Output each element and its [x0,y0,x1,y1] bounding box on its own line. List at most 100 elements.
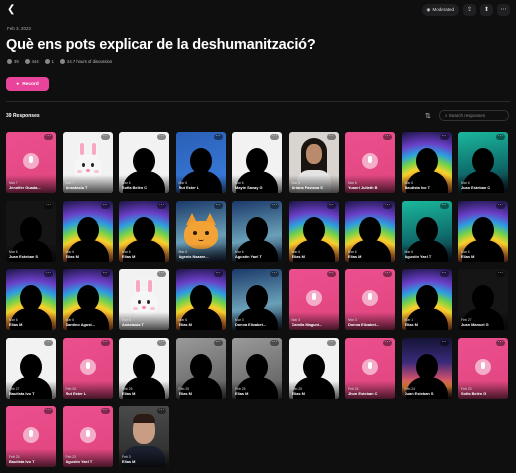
page-title: Què ens pots explicar de la deshumanitza… [6,37,316,53]
response-tile[interactable]: ··· Feb 27 Juan Manuel G [458,269,508,330]
response-tile[interactable]: ··· Feb 26 Rut Ester L [62,337,113,399]
response-tile[interactable]: ··· Mar 6 Anastasia T [119,269,169,330]
response-tile[interactable]: ··· Mar 3 Donna Elizabet... [345,269,395,330]
response-tile[interactable]: ··· Mar 6 Agustin Yael T [401,200,452,262]
response-tile[interactable]: ··· Mar 6 Bautista Ivo T [401,132,452,193]
response-tile[interactable]: ··· Feb 25 Elias M [175,337,226,399]
response-tile[interactable]: ··· Mar 7 Jennifer Guada... [6,132,56,193]
more-icon[interactable]: ··· [326,339,336,346]
more-icon[interactable]: ··· [213,134,223,140]
response-tile[interactable]: ··· Mar 1 Elias M [401,269,452,330]
more-icon[interactable]: ··· [270,134,279,140]
response-tile[interactable]: ··· Mar 3 Donna Elizabet... [232,269,282,330]
response-tile[interactable]: ··· Feb 24 Jhon Esteban C [345,337,395,399]
tile-name: Agustin Yael T [235,253,262,259]
response-tile[interactable]: ··· Feb 23 Sofía Belén G [458,337,508,399]
tile-name: Anastasia T [65,185,88,190]
more-icon[interactable]: ··· [100,134,110,140]
response-tile[interactable]: ··· Mar 6 Elias M [6,269,56,330]
response-tile[interactable]: ··· Mar 6 Elias M [62,200,113,262]
more-icon[interactable]: ··· [496,134,505,140]
response-tile[interactable]: ··· Feb 25 Elias M [119,337,169,399]
response-tile[interactable]: ··· Feb 27 Bautista Ivo T [6,337,56,399]
more-icon[interactable]: ··· [100,408,110,414]
more-icon[interactable]: ··· [496,271,505,277]
response-tile[interactable]: ··· Feb 25 Elias M [288,337,339,399]
more-icon[interactable]: ··· [44,339,53,346]
more-icon[interactable]: ··· [270,271,279,277]
microphone-icon [362,358,378,375]
response-tile[interactable]: ··· Feb 3 Elias M [119,406,169,467]
response-tile[interactable]: ··· Mar 6 Elias M [458,200,508,262]
more-icon[interactable]: ··· [326,134,336,140]
more-icon[interactable]: ··· [213,339,223,346]
response-tile[interactable]: ··· Mar 6 Rut Ester L [175,132,226,193]
more-icon[interactable]: ··· [496,339,505,346]
response-tile[interactable]: ··· Mar 6 Elias M [175,269,226,330]
response-tile[interactable]: ··· Mar 6 Agustin Yael T [232,200,282,262]
more-icon[interactable]: ··· [44,408,53,414]
more-icon[interactable]: ··· [44,134,53,140]
more-icon[interactable]: ··· [270,202,279,209]
tile-meta: Mar 6 Elias M [292,250,337,259]
more-icon[interactable]: ··· [100,202,110,209]
response-tile[interactable]: ··· Mar 6 Juan Esteban S [6,200,56,262]
more-icon[interactable]: ··· [439,202,449,209]
tile-meta: Mar 6 Ariana Faviana S [292,181,337,190]
response-tile[interactable]: ··· Mar 6 Agenis Nazare... [175,200,226,262]
more-icon[interactable]: ··· [213,202,223,209]
tile-meta: Mar 6 Elias M [66,250,111,259]
more-icon[interactable]: ··· [100,339,110,346]
response-tile[interactable]: ··· Mar 6 Ariana Faviana S [288,132,339,193]
response-tile[interactable]: ··· Mar 6 Yuanri Julieth B [345,132,395,193]
more-icon[interactable]: ··· [326,202,336,209]
upload-icon[interactable]: ⬆ [480,4,493,16]
more-icon[interactable]: ⋯ [497,4,510,16]
response-tile[interactable]: ··· Mar 7 Anastasia T [62,132,113,193]
record-label: Record [22,81,39,87]
response-tile[interactable]: ··· Mar 3 Camila Maguni... [288,269,339,330]
more-icon[interactable]: ··· [44,202,53,209]
more-icon[interactable]: ··· [439,134,449,140]
share-icon[interactable]: ⇪ [463,4,476,16]
response-tile[interactable]: ··· Feb 25 Elias M [232,337,282,399]
more-icon[interactable]: ··· [157,134,166,140]
more-icon[interactable]: ··· [100,271,110,277]
response-tile[interactable]: ··· Feb 24 Juan Esteban S [401,337,452,399]
more-icon[interactable]: ··· [157,408,166,414]
response-tile[interactable]: ··· Mar 6 Elias M [288,200,339,262]
shield-icon: ◉ [426,7,431,12]
record-button[interactable]: ● Record [6,77,49,91]
response-tile[interactable]: ··· Mar 6 Juan Esteban C [458,132,508,193]
chevron-left-icon[interactable]: ❮ [7,4,19,16]
more-icon[interactable]: ··· [44,271,53,277]
response-tile[interactable]: ··· Mar 6 Elias M [119,200,169,262]
more-icon[interactable]: ··· [213,271,223,277]
response-tile[interactable]: ··· Feb 23 Bautista Ivo T [6,406,56,467]
response-tile[interactable]: ··· Mar 6 Sofía Belén C [119,132,169,193]
search-input[interactable]: ⌕ Search responses [439,110,509,121]
response-tile[interactable]: ··· Mar 6 Santino Agust... [62,269,113,330]
more-icon[interactable]: ··· [157,202,166,209]
more-icon[interactable]: ··· [270,339,279,346]
tile-name: Elias M [291,390,305,396]
response-tile[interactable]: ··· Mar 6 Mayte Savay G [232,132,282,193]
more-icon[interactable]: ··· [439,339,449,346]
more-icon[interactable]: ··· [383,202,392,209]
moderated-toggle[interactable]: ◉ Moderated [421,4,459,16]
tile-name: Anastasia T [122,322,144,327]
response-tile[interactable]: ··· Feb 23 Agustin Yael T [62,406,113,467]
sort-icon[interactable]: ⇅ [425,112,431,120]
more-icon[interactable]: ··· [157,339,166,346]
more-icon[interactable]: ··· [383,271,392,277]
more-icon[interactable]: ··· [383,134,392,140]
more-icon[interactable]: ··· [326,271,336,277]
microphone-icon [23,427,39,443]
more-icon[interactable]: ··· [439,271,449,277]
tile-name: Agenis Nazare... [178,253,209,259]
tile-name: Sofía Belén G [461,390,487,396]
more-icon[interactable]: ··· [157,271,166,277]
response-tile[interactable]: ··· Mar 6 Elias M [345,200,395,262]
more-icon[interactable]: ··· [383,339,392,346]
more-icon[interactable]: ··· [496,202,505,209]
